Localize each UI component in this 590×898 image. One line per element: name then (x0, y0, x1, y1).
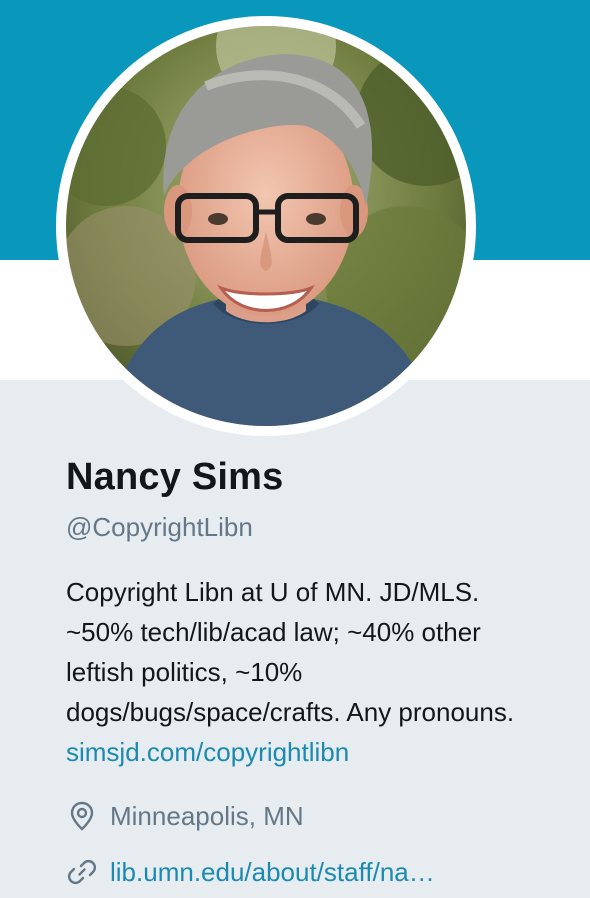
bio-line: Copyright Libn at U of MN. JD/MLS. (66, 577, 480, 607)
bio-line: dogs/bugs/space/crafts. Any pronouns. (66, 697, 515, 727)
location-text: Minneapolis, MN (110, 800, 304, 831)
avatar[interactable] (56, 16, 476, 436)
avatar-photo[interactable] (66, 26, 466, 426)
website-link[interactable]: lib.umn.edu/about/staff/na… (110, 857, 435, 888)
profile-website[interactable]: lib.umn.edu/about/staff/na… (66, 856, 435, 888)
bio-link[interactable]: simsjd.com/copyrightlibn (66, 737, 349, 767)
bio-line: leftish politics, ~10% (66, 657, 303, 687)
profile-bio: Copyright Libn at U of MN. JD/MLS. ~50% … (66, 572, 566, 772)
location-pin-icon (66, 800, 98, 832)
bio-line: ~50% tech/lib/acad law; ~40% other (66, 617, 481, 647)
profile-name[interactable]: Nancy Sims (66, 456, 283, 499)
profile-location: Minneapolis, MN (66, 800, 304, 832)
profile-handle[interactable]: @CopyrightLibn (66, 512, 253, 543)
link-icon (66, 856, 98, 888)
